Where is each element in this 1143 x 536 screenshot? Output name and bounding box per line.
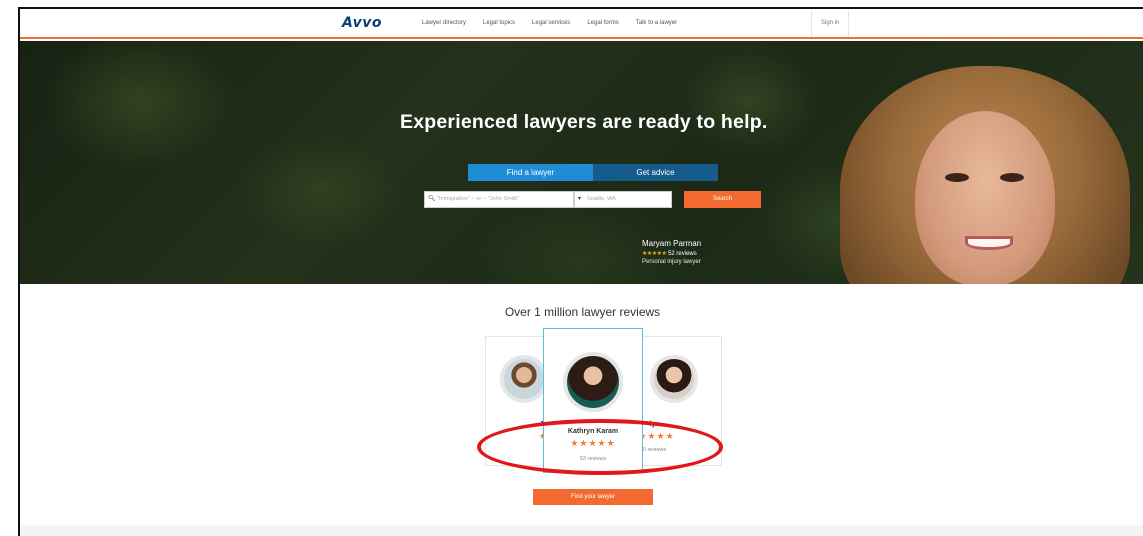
- featured-lawyer-caption[interactable]: Maryam Parman ★★★★★ 52 reviews Personal …: [642, 239, 701, 265]
- nav-link-lawyer-directory[interactable]: Lawyer directory: [422, 20, 466, 26]
- featured-lawyer-stars: ★★★★★: [642, 251, 667, 257]
- nav-links: Lawyer directory Legal topics Legal serv…: [422, 20, 677, 26]
- footer-band: [20, 525, 1143, 536]
- tab-get-advice[interactable]: Get advice: [593, 164, 718, 181]
- featured-lawyer-rating: ★★★★★ 52 reviews: [642, 250, 701, 257]
- tab-find-a-lawyer[interactable]: Find a lawyer: [468, 164, 593, 181]
- featured-lawyer-name: Maryam Parman: [642, 239, 702, 248]
- search-icon: 🔍︎: [428, 196, 436, 202]
- portrait-eye-left: [945, 173, 969, 182]
- reviews-section-title: Over 1 million lawyer reviews: [504, 305, 661, 319]
- query-placeholder: "Immigration" -- or -- "John Smith": [437, 196, 520, 202]
- location-placeholder: Seattle, WA: [587, 196, 616, 202]
- search-mode-tabs: Find a lawyer Get advice: [468, 164, 718, 181]
- sign-in-link[interactable]: Sign in: [821, 20, 839, 26]
- signin-container: Sign in: [811, 11, 849, 37]
- search-form: 🔍︎ "Immigration" -- or -- "John Smith" ▾…: [424, 191, 761, 208]
- location-pin-icon: ▾: [578, 196, 582, 202]
- find-your-lawyer-button[interactable]: Find your lawyer: [533, 489, 653, 505]
- location-input[interactable]: ▾ Seattle, WA: [574, 191, 672, 208]
- portrait-face: [915, 111, 1055, 284]
- nav-link-legal-services[interactable]: Legal services: [532, 20, 570, 26]
- red-annotation-circle: [477, 419, 723, 475]
- lawyer-avatar: [500, 355, 548, 403]
- nav-link-legal-forms[interactable]: Legal forms: [587, 20, 618, 26]
- avvo-logo[interactable]: Avvo: [342, 15, 382, 31]
- featured-lawyer-photo: [810, 41, 1143, 284]
- nav-link-legal-topics[interactable]: Legal topics: [483, 20, 515, 26]
- portrait-smile: [965, 236, 1013, 250]
- search-button[interactable]: Search: [684, 191, 761, 208]
- nav-link-talk-to-a-lawyer[interactable]: Talk to a lawyer: [636, 20, 677, 26]
- top-navigation-bar: Avvo Lawyer directory Legal topics Legal…: [20, 9, 1143, 39]
- hero-title: Experienced lawyers are ready to help.: [400, 111, 768, 133]
- lawyer-avatar: [563, 352, 623, 412]
- featured-lawyer-reviews: 52 reviews: [668, 251, 697, 257]
- featured-lawyer-practice: Personal injury lawyer: [642, 259, 701, 265]
- query-search-input[interactable]: 🔍︎ "Immigration" -- or -- "John Smith": [424, 191, 574, 208]
- lawyer-avatar: [650, 355, 698, 403]
- portrait-eye-right: [1000, 173, 1024, 182]
- hero-banner: Experienced lawyers are ready to help. F…: [20, 41, 1143, 284]
- browser-viewport: Avvo Lawyer directory Legal topics Legal…: [18, 7, 1143, 536]
